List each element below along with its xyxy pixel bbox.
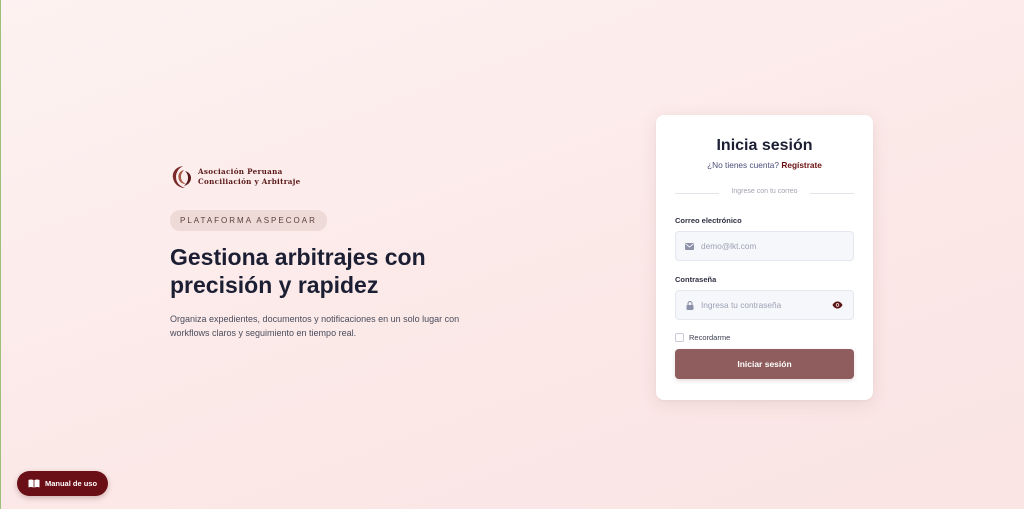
platform-badge: PLATAFORMA ASPECOAR [170, 210, 327, 231]
password-field-wrapper [675, 290, 854, 320]
remember-me[interactable]: Recordarme [675, 333, 730, 342]
brand-logo-mark-icon [172, 166, 191, 188]
brand-logo-line2: Conciliación y Arbitraje [198, 177, 301, 186]
lock-icon [685, 300, 694, 310]
manual-button[interactable]: Manual de uso [17, 471, 108, 496]
remember-label: Recordarme [689, 333, 731, 342]
manual-label: Manual de uso [44, 479, 98, 488]
book-icon [28, 479, 40, 488]
hero-headline: Gestiona arbitrajes con precisión y rapi… [170, 244, 426, 298]
divider-line-right [810, 193, 854, 194]
envelope-icon [685, 242, 694, 251]
email-input[interactable] [701, 241, 853, 251]
remember-checkbox[interactable] [675, 333, 684, 342]
eye-icon[interactable] [832, 300, 844, 310]
brand-logo-line1: Asociación Peruana [198, 167, 283, 176]
brand-logo: Asociación Peruana Conciliación y Arbitr… [170, 164, 470, 190]
brand-logo-text: Asociación Peruana Conciliación y Arbitr… [198, 167, 301, 187]
password-label: Contraseña [675, 275, 717, 284]
register-link[interactable]: Regístrate [781, 160, 822, 170]
login-title: Inicia sesión [716, 137, 813, 154]
hero-section: Asociación Peruana Conciliación y Arbitr… [170, 164, 470, 340]
register-prompt: ¿No tienes cuenta? Regístrate [656, 160, 873, 170]
login-card: Inicia sesión ¿No tienes cuenta? Regístr… [656, 115, 873, 400]
email-field-wrapper [675, 231, 854, 261]
no-account-text: ¿No tienes cuenta? [707, 160, 780, 170]
password-input[interactable] [701, 300, 832, 310]
email-label: Correo electrónico [675, 216, 742, 225]
page-left-edge [0, 0, 1, 509]
login-submit-button[interactable]: Iniciar sesión [675, 349, 854, 379]
login-divider: Ingrese con tu correo [675, 188, 854, 198]
hero-subtext: Organiza expedientes, documentos y notif… [170, 314, 460, 338]
